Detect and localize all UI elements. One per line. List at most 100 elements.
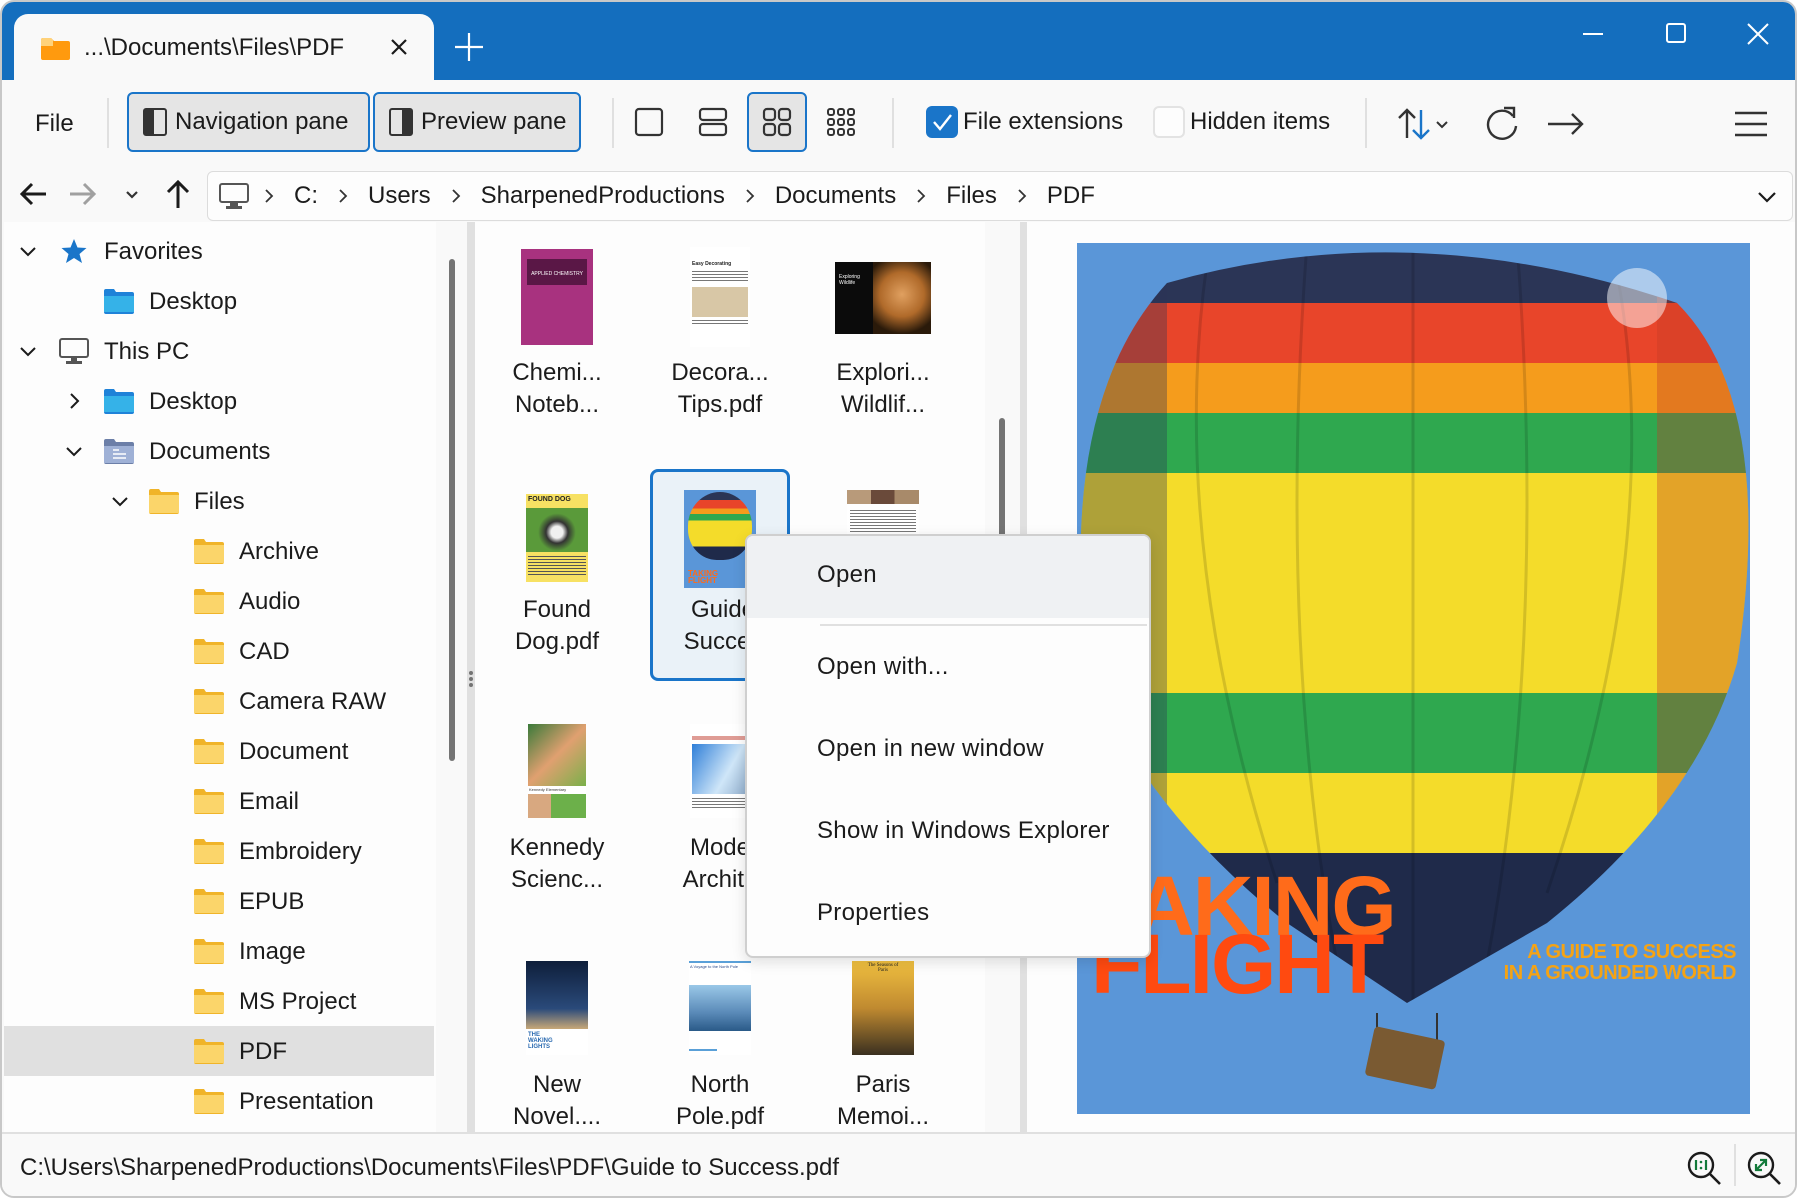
tree-item-cad[interactable]: CAD (4, 626, 434, 676)
arrow-right-icon[interactable] (1544, 102, 1588, 146)
chevron-right-icon[interactable] (910, 185, 932, 207)
file-explorer-window: ...\Documents\Files\PDF File Navigation … (0, 0, 1797, 1198)
chevron-down-icon[interactable] (110, 172, 154, 216)
chevron-down-icon[interactable] (16, 239, 40, 263)
sort-icon[interactable] (1395, 102, 1455, 146)
preview-pane-button[interactable]: Preview pane (373, 92, 581, 152)
list-view-button[interactable] (683, 92, 743, 152)
navigation-pane-splitter[interactable] (467, 222, 475, 1132)
desktop-icon (104, 388, 134, 414)
file-tile[interactable]: FOUND DOG Found Dog.pdf (487, 472, 627, 684)
chevron-down-icon[interactable] (62, 439, 86, 463)
hidden-items-label[interactable]: Hidden items (1190, 108, 1330, 136)
folder-icon (194, 638, 224, 664)
arrow-right-icon[interactable] (60, 172, 104, 216)
tree-item-pdf[interactable]: PDF (4, 1026, 434, 1076)
toolbar-divider (892, 98, 894, 148)
navigation-pane-scrollbar[interactable] (436, 222, 466, 1132)
breadcrumb-pdf[interactable]: PDF (1033, 182, 1109, 210)
file-tile[interactable]: Exploring Wildlife Explori... Wildlif... (813, 235, 953, 447)
chevron-right-icon[interactable] (739, 185, 761, 207)
tree-item-this-pc[interactable]: This PC (4, 326, 434, 376)
chevron-right-icon[interactable] (258, 185, 280, 207)
tree-item-archive[interactable]: Archive (4, 526, 434, 576)
breadcrumb-users[interactable]: Users (354, 182, 445, 210)
tree-item-audio[interactable]: Audio (4, 576, 434, 626)
hamburger-menu-icon[interactable] (1729, 102, 1773, 146)
tree-item-document[interactable]: Document (4, 726, 434, 776)
navigation-pane-button[interactable]: Navigation pane (127, 92, 370, 152)
preview-pane-label: Preview pane (421, 108, 567, 135)
computer-icon[interactable] (218, 182, 250, 210)
tree-item-image[interactable]: Image (4, 926, 434, 976)
breadcrumb-c-drive[interactable]: C: (280, 182, 332, 210)
file-tile[interactable]: Kennedy Elementary Kennedy Scienc... (487, 710, 627, 922)
tree-item-ms-project[interactable]: MS Project (4, 976, 434, 1026)
checkmark-icon (933, 114, 952, 131)
file-thumbnail: APPLIED CHEMISTRY (521, 249, 593, 345)
status-bar: C:\Users\SharpenedProductions\Documents\… (2, 1132, 1795, 1196)
tree-item-presentation[interactable]: Presentation (4, 1076, 434, 1126)
file-tile[interactable]: APPLIED CHEMISTRY Chemi... Noteb... (487, 235, 627, 447)
close-icon[interactable] (384, 32, 414, 62)
menu-item-open-new-window[interactable]: Open in new window (747, 710, 1149, 792)
file-thumbnail: The Seasons of Paris (852, 961, 914, 1055)
tree-item-files[interactable]: Files (4, 476, 434, 526)
refresh-icon[interactable] (1480, 102, 1524, 146)
breadcrumb-user[interactable]: SharpenedProductions (467, 182, 739, 210)
chevron-right-icon[interactable] (1011, 185, 1033, 207)
menu-item-open[interactable]: Open (747, 536, 1149, 618)
minimize-icon[interactable] (1570, 16, 1618, 52)
menu-item-open-with[interactable]: Open with... (747, 628, 1149, 710)
menu-item-properties[interactable]: Properties (747, 874, 1149, 956)
menu-item-show-in-explorer[interactable]: Show in Windows Explorer (747, 792, 1149, 874)
breadcrumb-files[interactable]: Files (932, 182, 1011, 210)
address-bar[interactable]: C: Users SharpenedProductions Documents … (207, 171, 1793, 221)
medium-icons-view-button[interactable] (747, 92, 807, 152)
cover-subtitle-line2: IN A GROUNDED WORLD (1503, 962, 1737, 984)
breadcrumb: C: Users SharpenedProductions Documents … (218, 172, 1109, 220)
plus-icon[interactable] (452, 30, 486, 64)
file-menu-button[interactable]: File (35, 110, 74, 138)
arrow-left-icon[interactable] (12, 172, 56, 216)
chevron-right-icon[interactable] (445, 185, 467, 207)
folder-icon (194, 738, 224, 764)
file-name: North (690, 1071, 750, 1098)
tree-item-desktop[interactable]: Desktop (4, 376, 434, 426)
folder-icon (194, 588, 224, 614)
tab-pdf[interactable]: ...\Documents\Files\PDF (14, 14, 434, 80)
splitter-grip (469, 683, 473, 687)
tree-item-embroidery[interactable]: Embroidery (4, 826, 434, 876)
zoom-actual-size-icon[interactable] (1684, 1148, 1724, 1188)
file-extensions-checkbox[interactable] (926, 106, 958, 138)
scrollbar-thumb[interactable] (449, 259, 455, 761)
zoom-fit-icon[interactable] (1744, 1148, 1784, 1188)
arrow-up-icon[interactable] (156, 172, 200, 216)
tree-item-desktop[interactable]: Desktop (4, 276, 434, 326)
tree-item-documents[interactable]: Documents (4, 426, 434, 476)
tree-item-favorites[interactable]: Favorites (4, 226, 434, 276)
hidden-items-checkbox[interactable] (1153, 106, 1185, 138)
file-tile[interactable]: THE WAKING LIGHTS New Novel.... (487, 947, 627, 1132)
maximize-icon[interactable] (1652, 16, 1700, 52)
chevron-right-icon[interactable] (62, 389, 86, 413)
breadcrumb-documents[interactable]: Documents (761, 182, 910, 210)
splitter-grip (469, 677, 473, 681)
chevron-down-icon[interactable] (16, 339, 40, 363)
small-icons-view-button[interactable] (811, 92, 871, 152)
tree-item-epub[interactable]: EPUB (4, 876, 434, 926)
chevron-right-icon[interactable] (332, 185, 354, 207)
tree-item-label: Audio (239, 588, 301, 615)
file-tile[interactable]: Easy Decorating Decora... Tips.pdf (650, 235, 790, 447)
close-window-icon[interactable] (1734, 16, 1782, 52)
chevron-down-icon[interactable] (108, 489, 132, 513)
tree-item-camera-raw[interactable]: Camera RAW (4, 676, 434, 726)
tree-item-email[interactable]: Email (4, 776, 434, 826)
file-extensions-label[interactable]: File extensions (963, 108, 1123, 136)
folder-icon (194, 1038, 224, 1064)
file-tile[interactable]: A Voyage to the North Pole North Pole.pdf (650, 947, 790, 1132)
tree-item-label: Camera RAW (239, 688, 387, 715)
file-tile[interactable]: The Seasons of Paris Paris Memoi... (813, 947, 953, 1132)
single-page-view-button[interactable] (619, 92, 679, 152)
chevron-down-icon[interactable] (1754, 184, 1780, 210)
